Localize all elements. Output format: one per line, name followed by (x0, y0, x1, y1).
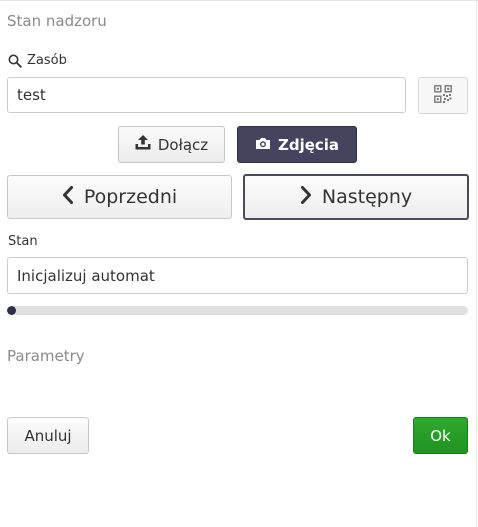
previous-button-label: Poprzedni (83, 186, 178, 208)
state-label: Stan (8, 234, 38, 249)
attach-button[interactable]: Dołącz (118, 126, 225, 163)
page-title: Stan nadzoru (7, 12, 107, 30)
progress-bar (7, 306, 468, 315)
right-border (476, 0, 477, 527)
resource-label: Zasób (8, 52, 67, 70)
parameters-heading: Parametry (7, 347, 85, 365)
photos-button-label: Zdjęcia (277, 135, 340, 154)
next-button[interactable]: Następny (243, 174, 469, 220)
camera-icon (255, 136, 271, 154)
top-border (0, 0, 478, 1)
next-button-label: Następny (321, 186, 413, 208)
chevron-right-icon (300, 185, 312, 209)
attach-button-label: Dołącz (157, 135, 209, 154)
photos-button[interactable]: Zdjęcia (237, 126, 357, 163)
resource-label-text: Zasób (27, 53, 67, 68)
previous-button[interactable]: Poprzedni (7, 175, 232, 219)
cancel-button[interactable]: Anuluj (7, 417, 89, 454)
qr-scan-button[interactable] (418, 77, 468, 114)
qr-code-icon (434, 84, 452, 107)
upload-icon (135, 135, 151, 154)
resource-input[interactable] (7, 77, 406, 113)
progress-fill (7, 306, 16, 315)
chevron-left-icon (62, 185, 74, 209)
search-icon (8, 54, 22, 68)
ok-button[interactable]: Ok (413, 417, 468, 454)
state-input[interactable] (7, 257, 468, 294)
